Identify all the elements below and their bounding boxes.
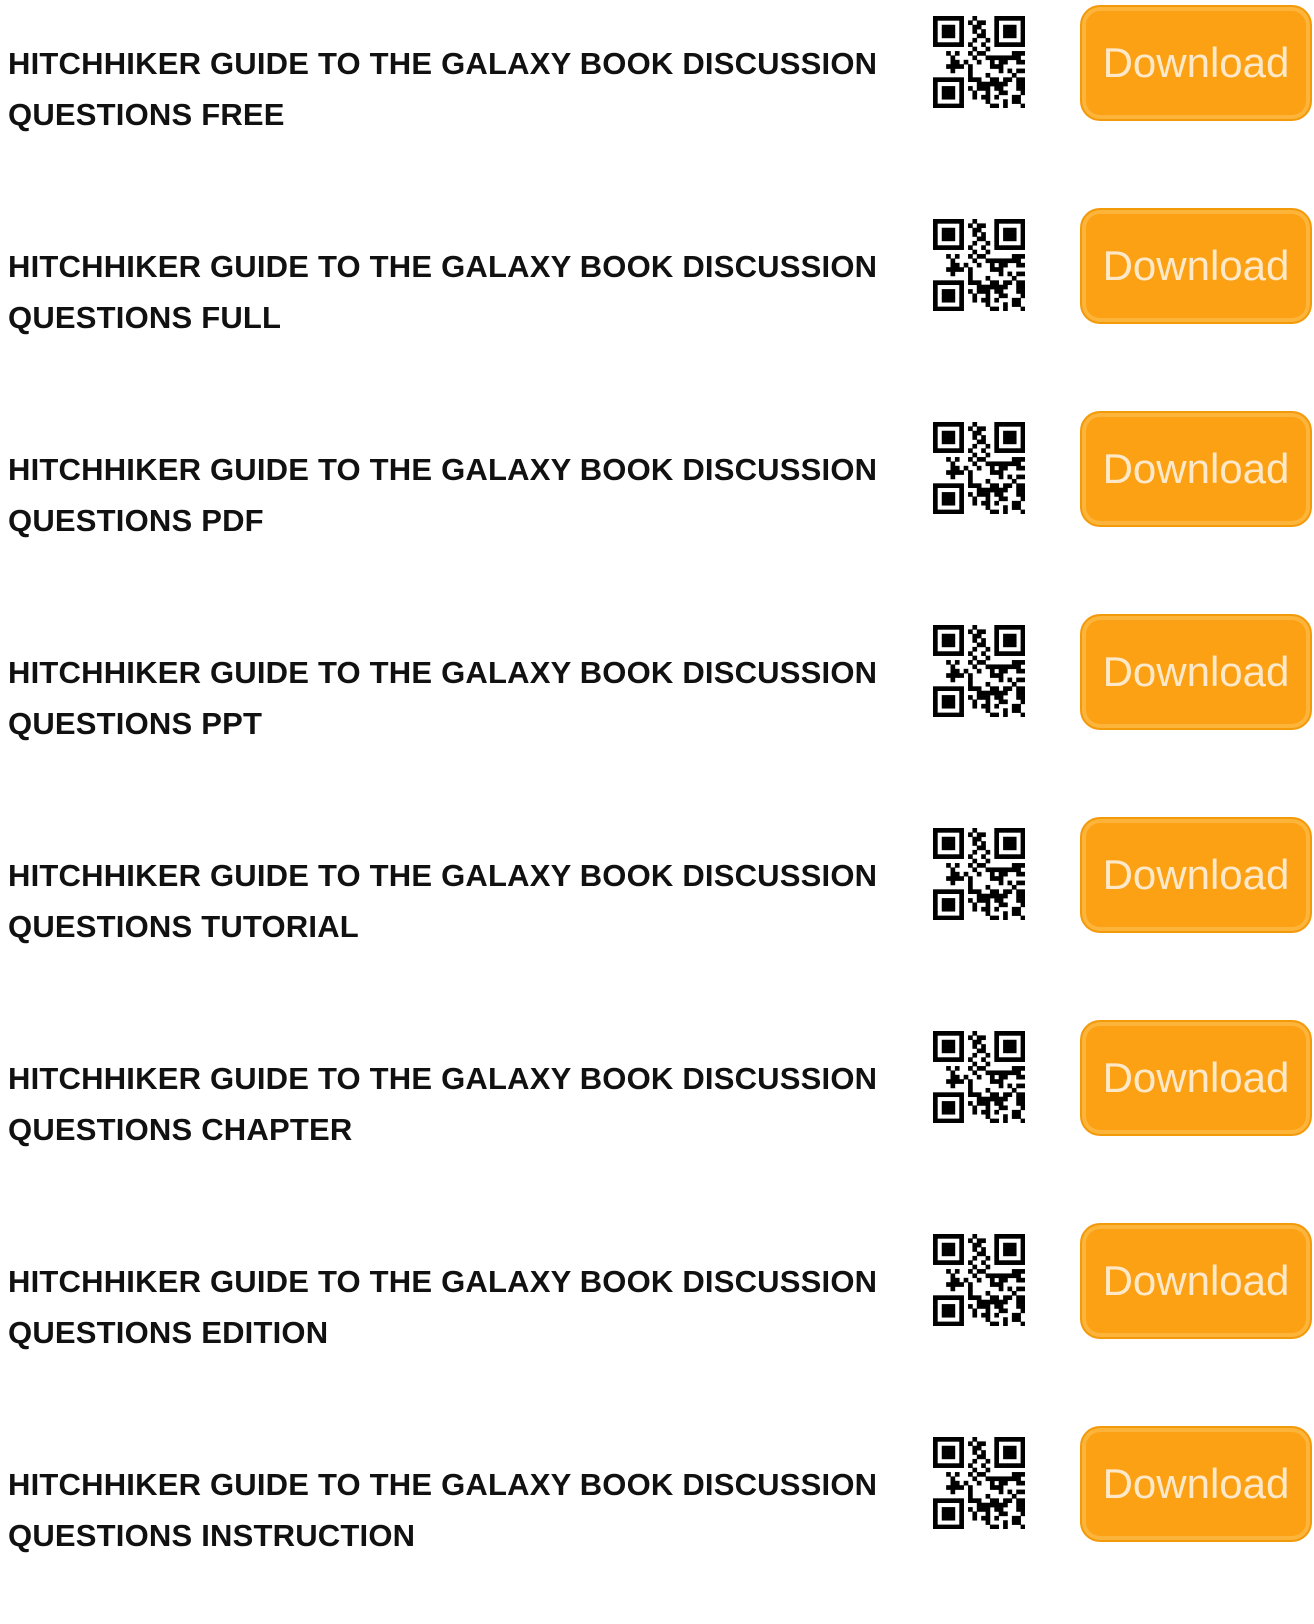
qr-code-icon (933, 625, 1025, 717)
item-title: HITCHHIKER GUIDE TO THE GALAXY BOOK DISC… (8, 38, 908, 140)
qr-code-icon (933, 1234, 1025, 1326)
item-title-line1: HITCHHIKER GUIDE TO THE GALAXY BOOK DISC… (8, 1061, 878, 1096)
qr-code-graphic (933, 625, 1025, 717)
qr-code-icon (933, 16, 1025, 108)
item-title-line1: HITCHHIKER GUIDE TO THE GALAXY BOOK DISC… (8, 858, 878, 893)
item-title: HITCHHIKER GUIDE TO THE GALAXY BOOK DISC… (8, 1256, 908, 1358)
qr-code-icon (933, 1031, 1025, 1123)
qr-code-graphic (933, 422, 1025, 514)
item-title-line1: HITCHHIKER GUIDE TO THE GALAXY BOOK DISC… (8, 1467, 878, 1502)
list-item: HITCHHIKER GUIDE TO THE GALAXY BOOK DISC… (0, 203, 1314, 406)
item-title-line2: QUESTIONS FULL (8, 300, 282, 335)
item-title: HITCHHIKER GUIDE TO THE GALAXY BOOK DISC… (8, 850, 908, 952)
item-title-line1: HITCHHIKER GUIDE TO THE GALAXY BOOK DISC… (8, 655, 878, 690)
item-title: HITCHHIKER GUIDE TO THE GALAXY BOOK DISC… (8, 444, 908, 546)
qr-code-icon (933, 422, 1025, 514)
download-button[interactable]: Download (1080, 208, 1312, 324)
list-item: HITCHHIKER GUIDE TO THE GALAXY BOOK DISC… (0, 0, 1314, 203)
download-button[interactable]: Download (1080, 1020, 1312, 1136)
qr-code-graphic (933, 1031, 1025, 1123)
item-title-line1: HITCHHIKER GUIDE TO THE GALAXY BOOK DISC… (8, 46, 878, 81)
download-button[interactable]: Download (1080, 614, 1312, 730)
item-title: HITCHHIKER GUIDE TO THE GALAXY BOOK DISC… (8, 241, 908, 343)
list-item: HITCHHIKER GUIDE TO THE GALAXY BOOK DISC… (0, 1218, 1314, 1421)
qr-code-graphic (933, 16, 1025, 108)
item-title-line1: HITCHHIKER GUIDE TO THE GALAXY BOOK DISC… (8, 452, 878, 487)
download-button[interactable]: Download (1080, 5, 1312, 121)
item-title-line2: QUESTIONS FREE (8, 97, 285, 132)
list-item: HITCHHIKER GUIDE TO THE GALAXY BOOK DISC… (0, 812, 1314, 1015)
qr-code-icon (933, 828, 1025, 920)
qr-code-graphic (933, 828, 1025, 920)
download-button[interactable]: Download (1080, 817, 1312, 933)
item-title-line2: QUESTIONS CHAPTER (8, 1112, 353, 1147)
qr-code-graphic (933, 1437, 1025, 1529)
list-item: HITCHHIKER GUIDE TO THE GALAXY BOOK DISC… (0, 1421, 1314, 1624)
qr-code-graphic (933, 1234, 1025, 1326)
download-button[interactable]: Download (1080, 1223, 1312, 1339)
item-title-line2: QUESTIONS EDITION (8, 1315, 329, 1350)
qr-code-icon (933, 219, 1025, 311)
item-title: HITCHHIKER GUIDE TO THE GALAXY BOOK DISC… (8, 1053, 908, 1155)
download-button[interactable]: Download (1080, 411, 1312, 527)
item-title-line2: QUESTIONS INSTRUCTION (8, 1518, 416, 1553)
item-title-line1: HITCHHIKER GUIDE TO THE GALAXY BOOK DISC… (8, 1264, 878, 1299)
item-title-line2: QUESTIONS TUTORIAL (8, 909, 359, 944)
item-title-line2: QUESTIONS PDF (8, 503, 264, 538)
item-title: HITCHHIKER GUIDE TO THE GALAXY BOOK DISC… (8, 647, 908, 749)
item-title: HITCHHIKER GUIDE TO THE GALAXY BOOK DISC… (8, 1459, 908, 1561)
item-title-line1: HITCHHIKER GUIDE TO THE GALAXY BOOK DISC… (8, 249, 878, 284)
list-item: HITCHHIKER GUIDE TO THE GALAXY BOOK DISC… (0, 1015, 1314, 1218)
download-button[interactable]: Download (1080, 1426, 1312, 1542)
qr-code-icon (933, 1437, 1025, 1529)
list-item: HITCHHIKER GUIDE TO THE GALAXY BOOK DISC… (0, 406, 1314, 609)
qr-code-graphic (933, 219, 1025, 311)
list-item: HITCHHIKER GUIDE TO THE GALAXY BOOK DISC… (0, 609, 1314, 812)
item-title-line2: QUESTIONS PPT (8, 706, 263, 741)
